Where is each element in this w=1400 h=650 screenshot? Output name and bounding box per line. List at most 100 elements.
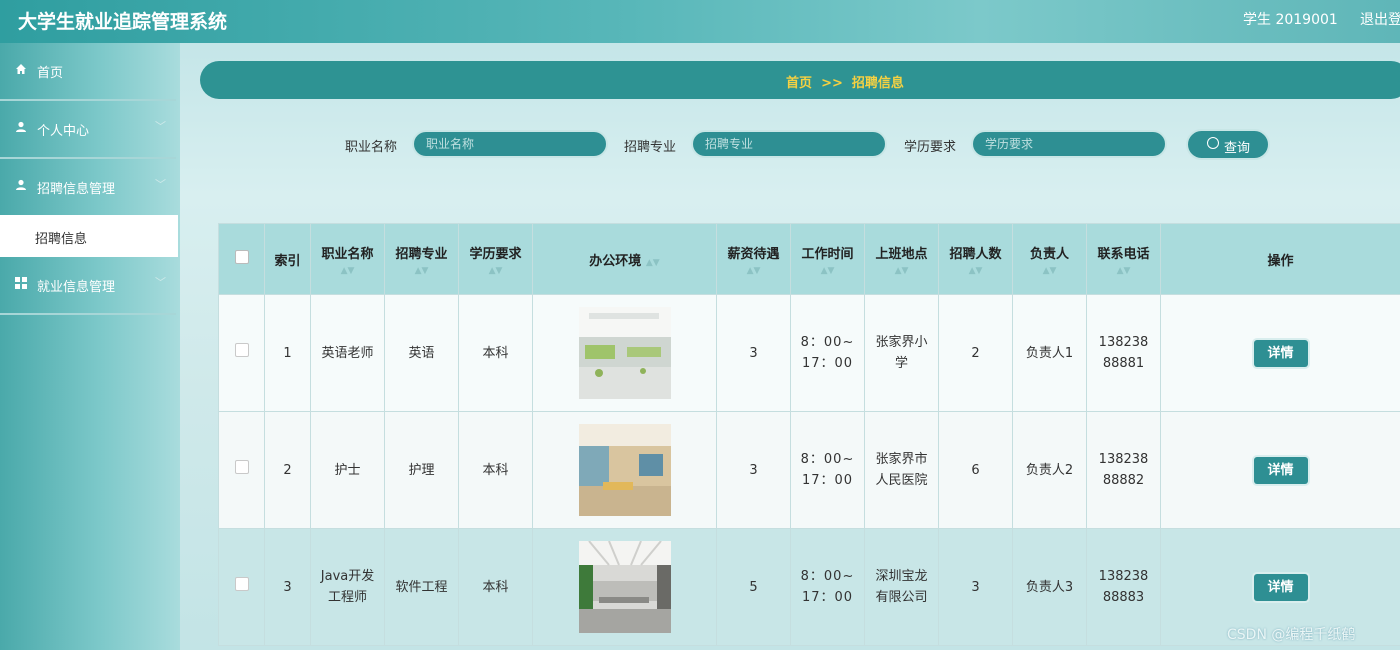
sidebar-item-label: 就业信息管理 xyxy=(37,280,116,295)
cell-office-image xyxy=(532,411,717,529)
cell-owner: 负责人1 xyxy=(1012,294,1087,412)
cell-education: 本科 xyxy=(458,294,533,412)
cell-time: 8：00~17：00 xyxy=(790,528,865,646)
cell-major: 英语 xyxy=(384,294,459,412)
breadcrumb[interactable]: 首页 >> 招聘信息 xyxy=(200,72,1400,91)
sidebar-subitem-recruitment-info[interactable]: 招聘信息 xyxy=(0,215,178,257)
cell-education: 本科 xyxy=(458,528,533,646)
cell-owner: 负责人3 xyxy=(1012,528,1087,646)
sort-icon[interactable]: ▲▼ xyxy=(717,266,790,276)
column-header: 操作 xyxy=(1160,223,1400,295)
search-icon xyxy=(1207,137,1219,149)
education-input[interactable] xyxy=(971,130,1167,158)
column-header[interactable]: 上班地点 ▲▼ xyxy=(864,223,939,295)
cell-phone: 13823888881 xyxy=(1086,294,1161,412)
office-photo[interactable] xyxy=(578,424,671,516)
sort-icon[interactable]: ▲▼ xyxy=(385,266,458,276)
table-header-row: 索引 职业名称 ▲▼ 招聘专业 ▲▼ 学历要求 ▲▼ 办公环境 ▲▼ 薪资待遇 ▲▼ 工… xyxy=(218,223,1400,295)
column-header[interactable]: 招聘人数 ▲▼ xyxy=(938,223,1013,295)
office-photo[interactable] xyxy=(578,307,671,399)
column-header[interactable]: 学历要求 ▲▼ xyxy=(458,223,533,295)
cell-action: 详情 xyxy=(1160,411,1400,529)
job-name-input[interactable] xyxy=(412,130,608,158)
chevron-down-icon: ﹀ xyxy=(155,276,166,289)
sidebar-item-employment-management[interactable]: 就业信息管理 ﹀ xyxy=(0,257,176,315)
cell-count: 2 xyxy=(938,294,1013,412)
cell-time: 8：00~17：00 xyxy=(790,294,865,412)
column-header[interactable]: 薪资待遇 ▲▼ xyxy=(716,223,791,295)
cell-place: 张家界市人民医院 xyxy=(864,411,939,529)
job-name-label: 职业名称 xyxy=(345,140,398,155)
current-user: 学生 2019001 xyxy=(1243,12,1338,28)
sort-icon[interactable]: ▲▼ xyxy=(459,266,532,276)
cell-action: 详情 xyxy=(1160,294,1400,412)
column-header[interactable]: 负责人 ▲▼ xyxy=(1012,223,1087,295)
user-icon xyxy=(15,121,29,135)
cell-salary: 5 xyxy=(716,528,791,646)
cell-count: 6 xyxy=(938,411,1013,529)
cell-count: 3 xyxy=(938,528,1013,646)
cell-time: 8：00~17：00 xyxy=(790,411,865,529)
sort-icon[interactable]: ▲▼ xyxy=(1087,266,1160,276)
row-checkbox[interactable] xyxy=(234,342,249,357)
sidebar-item-home[interactable]: 首页 xyxy=(0,43,176,101)
user-icon xyxy=(15,179,29,193)
column-header[interactable]: 联系电话 ▲▼ xyxy=(1086,223,1161,295)
app-title: 大学生就业追踪管理系统 xyxy=(18,11,228,33)
sidebar-item-label: 招聘信息管理 xyxy=(37,182,116,197)
major-label: 招聘专业 xyxy=(624,140,677,155)
select-all-checkbox[interactable] xyxy=(234,250,249,264)
cell-job: Java开发工程师 xyxy=(310,528,385,646)
sidebar-subitem-label: 招聘信息 xyxy=(35,232,88,247)
cell-major: 软件工程 xyxy=(384,528,459,646)
cell-major: 护理 xyxy=(384,411,459,529)
select-all-header[interactable] xyxy=(218,223,265,295)
breadcrumb-bar: 首页 >> 招聘信息 xyxy=(200,61,1400,99)
cell-index: 3 xyxy=(264,528,311,646)
education-label: 学历要求 xyxy=(904,140,957,155)
sort-icon[interactable]: ▲▼ xyxy=(311,266,384,276)
cell-salary: 3 xyxy=(716,294,791,412)
table-row: 3 Java开发工程师 软件工程 本科 5 8：00~17：00 深圳宝龙有限公… xyxy=(218,528,1400,646)
column-header[interactable]: 工作时间 ▲▼ xyxy=(790,223,865,295)
row-checkbox[interactable] xyxy=(234,576,249,591)
cell-job: 护士 xyxy=(310,411,385,529)
cell-owner: 负责人2 xyxy=(1012,411,1087,529)
sort-icon[interactable]: ▲▼ xyxy=(939,266,1012,276)
sort-icon[interactable]: ▲▼ xyxy=(1013,266,1086,276)
logout-link[interactable]: 退出登 xyxy=(1360,9,1400,29)
major-input[interactable] xyxy=(691,130,887,158)
home-icon xyxy=(15,63,29,77)
recruitment-table: 索引 职业名称 ▲▼ 招聘专业 ▲▼ 学历要求 ▲▼ 办公环境 ▲▼ 薪资待遇 ▲▼ 工… xyxy=(218,223,1400,650)
table-row: 1 英语老师 英语 本科 3 8：00~17：00 张家界小学 2 负责人1 1… xyxy=(218,294,1400,412)
cell-education: 本科 xyxy=(458,411,533,529)
grid-icon xyxy=(15,277,29,291)
office-photo[interactable] xyxy=(578,541,671,633)
top-bar: 大学生就业追踪管理系统 学生 2019001 退出登 xyxy=(0,0,1400,43)
cell-phone: 13823888882 xyxy=(1086,411,1161,529)
detail-button[interactable]: 详情 xyxy=(1253,456,1308,484)
row-checkbox[interactable] xyxy=(234,459,249,474)
cell-job: 英语老师 xyxy=(310,294,385,412)
sort-icon[interactable]: ▲▼ xyxy=(646,258,660,268)
search-button[interactable]: 查询 xyxy=(1186,129,1270,160)
column-header[interactable]: 招聘专业 ▲▼ xyxy=(384,223,459,295)
sidebar-item-recruitment-management[interactable]: 招聘信息管理 ﹀ xyxy=(0,159,176,217)
column-header: 索引 xyxy=(264,223,311,295)
watermark: CSDN @编程千纸鹤 xyxy=(1227,627,1356,643)
sidebar-item-label: 首页 xyxy=(37,66,64,81)
sidebar: 首页 个人中心 ﹀ 招聘信息管理 ﹀ 招聘信息 就业信息管理 ﹀ xyxy=(0,43,180,650)
sidebar-item-personal-center[interactable]: 个人中心 ﹀ xyxy=(0,101,176,159)
sidebar-item-label: 个人中心 xyxy=(37,124,90,139)
column-header[interactable]: 办公环境 ▲▼ xyxy=(532,223,717,295)
column-header[interactable]: 职业名称 ▲▼ xyxy=(310,223,385,295)
chevron-down-icon: ﹀ xyxy=(155,178,166,191)
detail-button[interactable]: 详情 xyxy=(1253,339,1308,367)
cell-place: 深圳宝龙有限公司 xyxy=(864,528,939,646)
sort-icon[interactable]: ▲▼ xyxy=(791,266,864,276)
table-row: 2 护士 护理 本科 3 8：00~17：00 张家界市人民医院 6 负责人2 … xyxy=(218,411,1400,529)
detail-button[interactable]: 详情 xyxy=(1253,573,1308,601)
cell-phone: 13823888883 xyxy=(1086,528,1161,646)
sort-icon[interactable]: ▲▼ xyxy=(865,266,938,276)
cell-place: 张家界小学 xyxy=(864,294,939,412)
